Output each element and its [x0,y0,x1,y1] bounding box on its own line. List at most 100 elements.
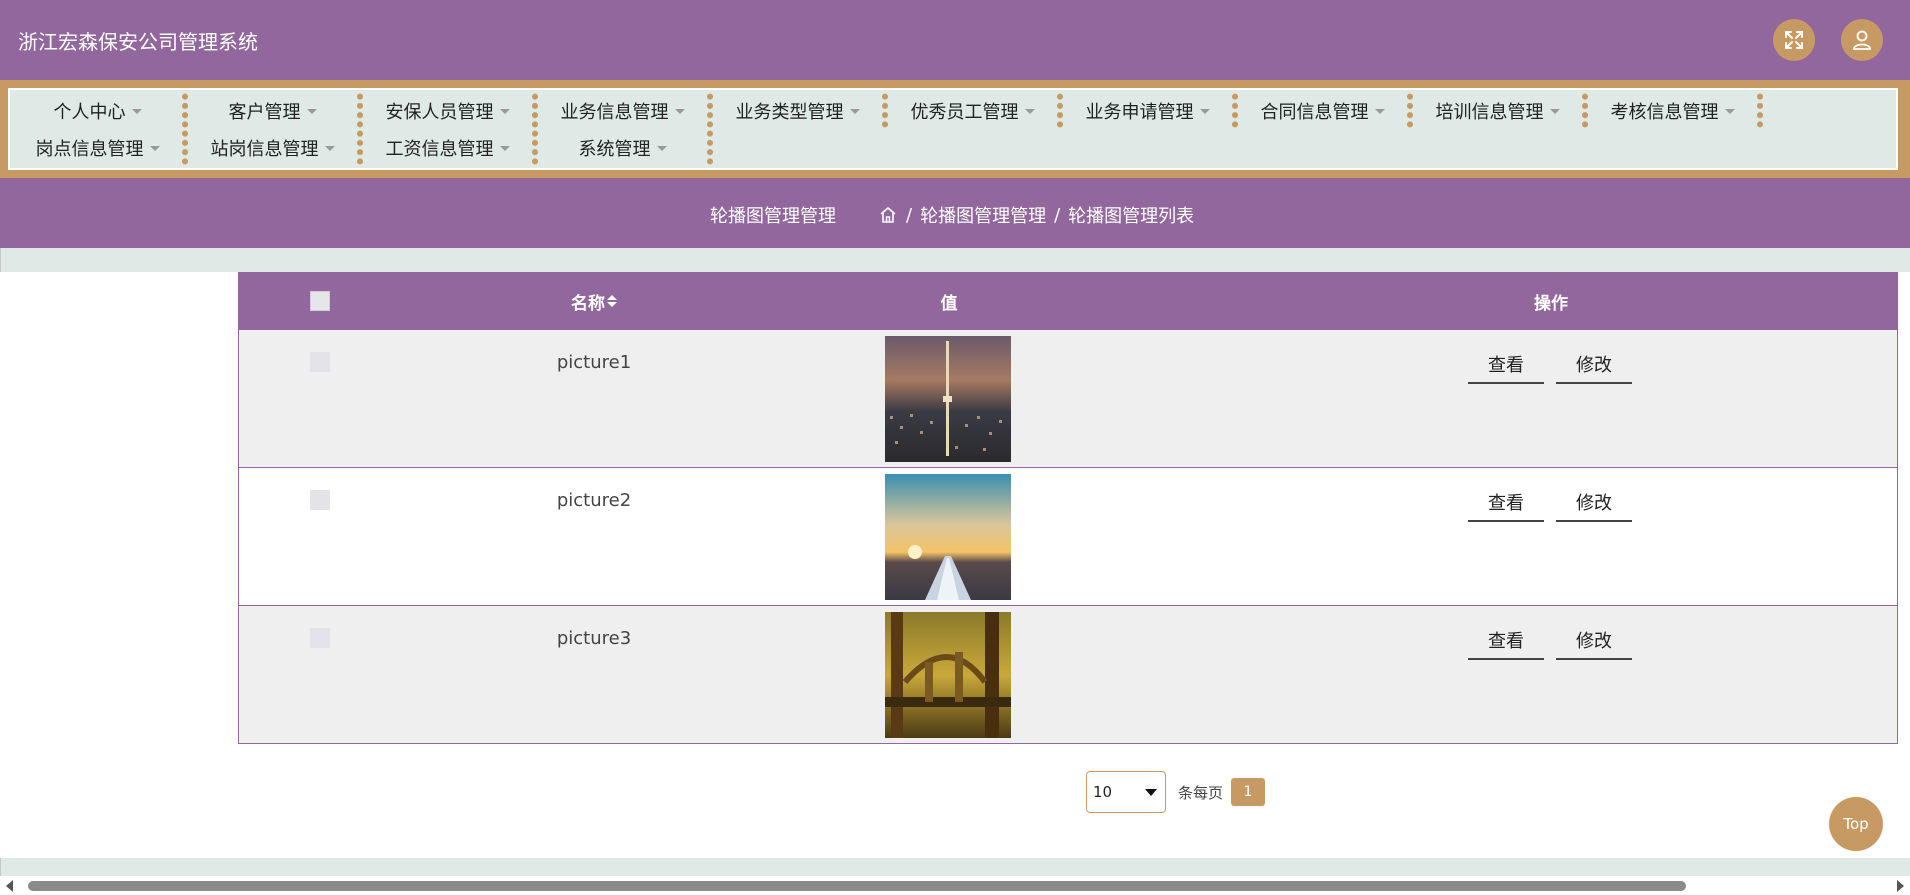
row-checkbox[interactable] [310,352,330,372]
nav-item-business-type[interactable]: 业务类型管理 [710,92,885,129]
scroll-left-arrow-icon[interactable] [6,880,13,892]
nav-item-label: 业务信息管理 [560,101,669,123]
caret-down-icon [1724,109,1735,114]
column-header-value: 值 [869,273,1029,329]
select-all-checkbox-cell [309,273,331,329]
nav-item-label: 站岗信息管理 [210,138,319,160]
edit-button[interactable]: 修改 [1556,484,1632,522]
caret-down-icon [656,146,667,151]
breadcrumb: / 轮播图管理管理 / 轮播图管理列表 [878,202,1194,228]
fullscreen-expand-icon [1785,31,1803,49]
sort-icon[interactable] [607,295,617,307]
nav-item-label: 培训信息管理 [1435,101,1544,123]
nav-item-label: 工资信息管理 [385,138,494,160]
row-checkbox[interactable] [310,490,330,510]
sunset-road-thumbnail [885,474,1011,600]
back-to-top-button[interactable]: Top [1829,797,1883,851]
table-header: 名称 值 操作 [239,273,1897,329]
caret-down-icon [499,109,510,114]
main-nav: 个人中心 客户管理 安保人员管理 业务信息管理 业务类型管理 优秀员工管理 业务… [0,80,1910,178]
chevron-down-icon [1145,788,1157,796]
row-checkbox[interactable] [310,628,330,648]
nav-menu-panel: 个人中心 客户管理 安保人员管理 业务信息管理 业务类型管理 优秀员工管理 业务… [8,88,1898,170]
nav-divider [707,129,713,166]
nav-item-post-point[interactable]: 岗点信息管理 [10,129,185,166]
edit-button[interactable]: 修改 [1556,346,1632,384]
table-row: picture1 查看 修改 [239,329,1897,467]
nav-item-label: 考核信息管理 [1610,101,1719,123]
nav-item-label: 个人中心 [53,101,126,123]
pagination: 10 条每页 1 [1086,771,1266,813]
nav-item-guard-duty[interactable]: 站岗信息管理 [185,129,360,166]
nav-item-label: 合同信息管理 [1260,101,1369,123]
breadcrumb-separator: / [906,204,913,226]
nav-item-training-info[interactable]: 培训信息管理 [1410,92,1585,129]
caret-down-icon [149,146,160,151]
main-content: 名称 值 操作 picture1 查看 修改 picture2 查看 修改 pi… [0,272,1910,858]
scroll-right-arrow-icon[interactable] [1897,880,1904,892]
user-menu-button[interactable] [1841,19,1883,61]
home-icon[interactable] [878,205,898,225]
breadcrumb-bar: 轮播图管理管理 / 轮播图管理管理 / 轮播图管理列表 [0,178,1910,248]
view-button[interactable]: 查看 [1468,622,1544,660]
nav-item-excellent-staff[interactable]: 优秀员工管理 [885,92,1060,129]
row-name: picture3 [556,628,632,649]
nav-item-salary-info[interactable]: 工资信息管理 [360,129,535,166]
nav-item-security-staff[interactable]: 安保人员管理 [360,92,535,129]
nav-item-label: 客户管理 [228,101,301,123]
caret-down-icon [1549,109,1560,114]
view-button[interactable]: 查看 [1468,346,1544,384]
caret-down-icon [1199,109,1210,114]
nav-item-label: 安保人员管理 [385,101,494,123]
select-all-checkbox[interactable] [310,291,330,311]
nav-item-assessment-info[interactable]: 考核信息管理 [1585,92,1760,129]
column-header-actions: 操作 [1454,273,1648,329]
horizontal-scrollbar[interactable] [0,876,1910,895]
carousel-table: 名称 值 操作 picture1 查看 修改 picture2 查看 修改 pi… [238,272,1898,744]
nav-item-label: 业务申请管理 [1085,101,1194,123]
breadcrumb-item-module[interactable]: 轮播图管理管理 [920,202,1046,228]
edit-button[interactable]: 修改 [1556,622,1632,660]
caret-down-icon [1374,109,1385,114]
row-name: picture1 [556,352,632,373]
page-size-value: 10 [1093,783,1113,801]
column-header-name[interactable]: 名称 [514,273,674,329]
scrollbar-thumb[interactable] [28,881,1686,891]
top-header: 浙江宏森保安公司管理系统 [0,0,1910,80]
table-row: picture2 查看 修改 [239,467,1897,605]
nav-item-label: 系统管理 [578,138,651,160]
column-header-actions-label: 操作 [1534,293,1568,314]
per-page-label: 条每页 [1178,783,1224,802]
app-title: 浙江宏森保安公司管理系统 [18,30,258,54]
city-night-skyline-thumbnail [885,336,1011,462]
caret-down-icon [849,109,860,114]
caret-down-icon [674,109,685,114]
column-header-name-label: 名称 [571,293,605,314]
nav-item-label: 岗点信息管理 [35,138,144,160]
column-header-value-label: 值 [940,293,958,314]
page-title: 轮播图管理管理 [710,206,836,227]
nav-divider [1757,92,1763,129]
breadcrumb-separator: / [1054,204,1061,226]
nav-item-business-info[interactable]: 业务信息管理 [535,92,710,129]
caret-down-icon [131,109,142,114]
view-button[interactable]: 查看 [1468,484,1544,522]
page-size-select[interactable]: 10 [1086,771,1166,813]
caret-down-icon [1024,109,1035,114]
caret-down-icon [306,109,317,114]
breadcrumb-item-list: 轮播图管理列表 [1068,206,1195,227]
nav-item-customer[interactable]: 客户管理 [185,92,360,129]
nav-item-personal-center[interactable]: 个人中心 [10,92,185,129]
row-name: picture2 [556,490,632,511]
caret-down-icon [499,146,510,151]
table-row: picture3 查看 修改 [239,605,1897,743]
fullscreen-button[interactable] [1773,19,1815,61]
caret-down-icon [324,146,335,151]
nav-item-label: 业务类型管理 [735,101,844,123]
page-number-button[interactable]: 1 [1231,778,1266,806]
nav-item-contract-info[interactable]: 合同信息管理 [1235,92,1410,129]
golden-bridge-thumbnail [885,612,1011,738]
user-icon [1853,30,1871,50]
nav-item-system[interactable]: 系统管理 [535,129,710,166]
nav-item-business-application[interactable]: 业务申请管理 [1060,92,1235,129]
